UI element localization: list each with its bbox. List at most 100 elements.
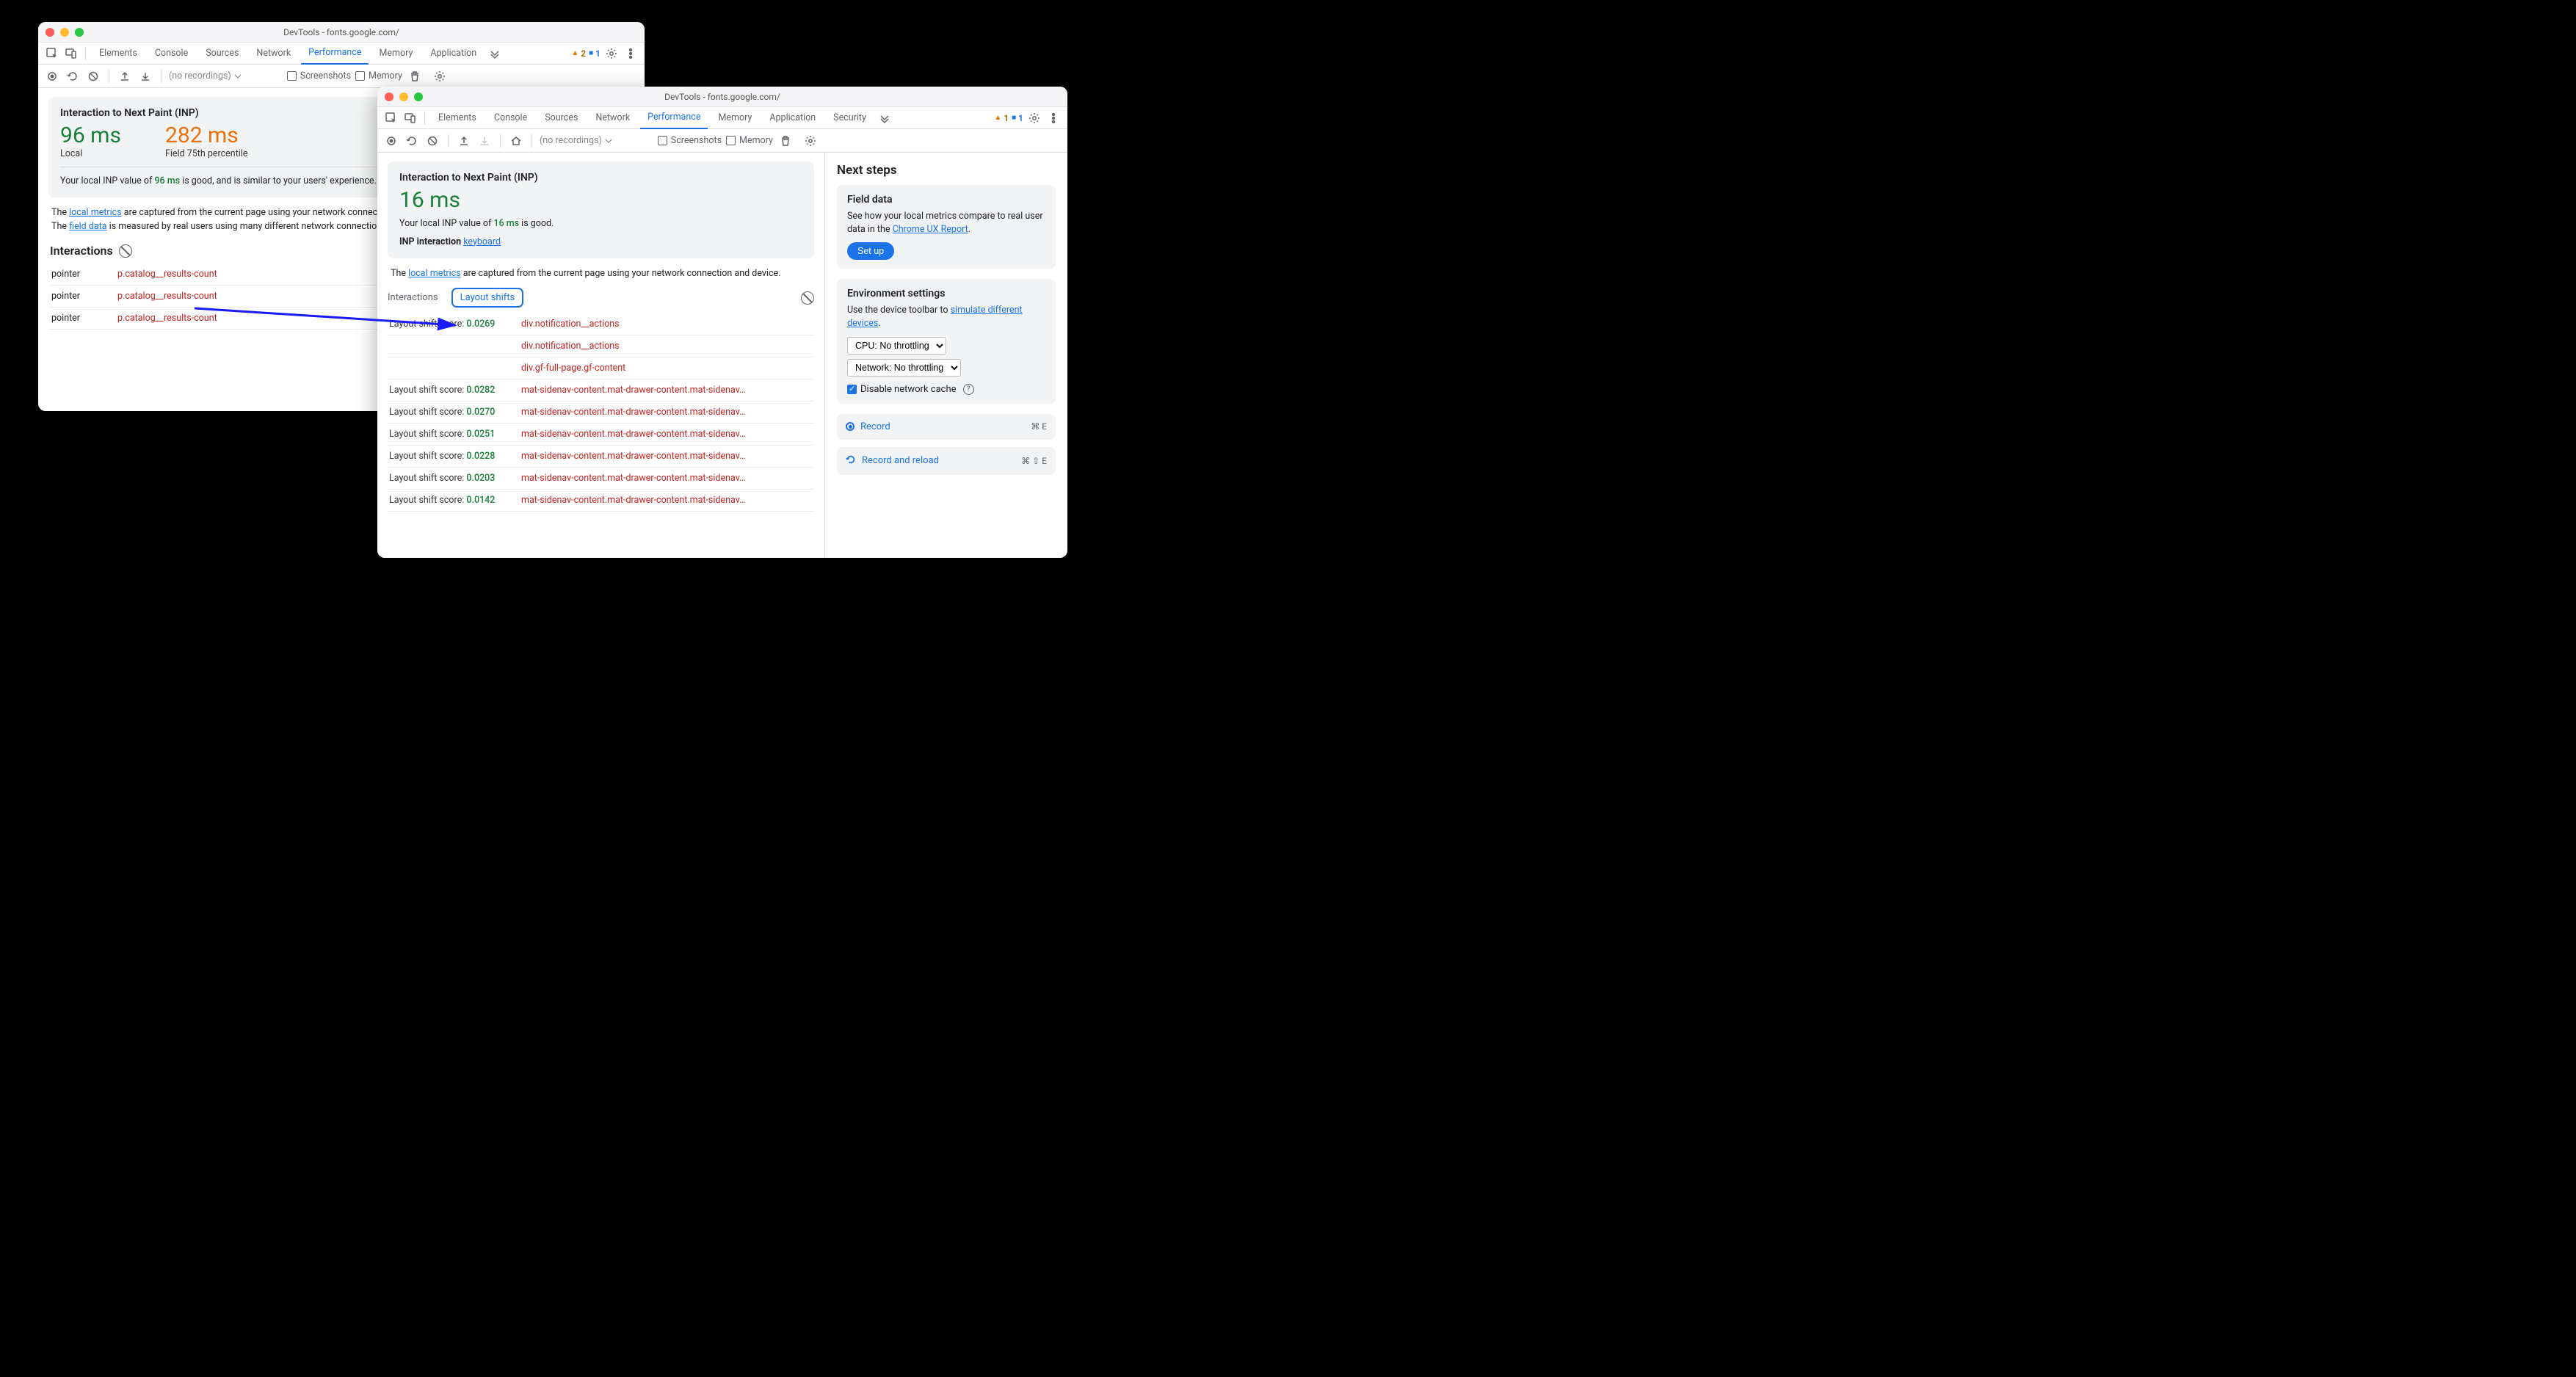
issues-badge[interactable]: 1 — [589, 48, 601, 59]
list-item[interactable]: Layout shift score: 0.0228mat-sidenav-co… — [388, 446, 814, 468]
clear-interactions-icon[interactable] — [119, 244, 132, 258]
garbage-collect-icon[interactable] — [777, 133, 794, 149]
help-icon[interactable]: ? — [963, 384, 974, 395]
clear-icon[interactable] — [424, 133, 440, 149]
titlebar: DevTools - fonts.google.com/ — [38, 22, 645, 43]
warnings-badge[interactable]: 1 — [994, 113, 1009, 123]
inp-title: Interaction to Next Paint (INP) — [399, 172, 802, 184]
clear-icon[interactable] — [85, 68, 101, 84]
inp-interaction-row: INP interaction keyboard — [399, 236, 802, 250]
separator — [85, 47, 86, 60]
device-toolbar-icon[interactable] — [63, 46, 79, 62]
list-item[interactable]: Layout shift score: 0.0142mat-sidenav-co… — [388, 490, 814, 512]
mini-tabs: Interactions Layout shifts — [388, 288, 814, 308]
settings-icon[interactable] — [1026, 110, 1042, 126]
separator — [448, 134, 449, 148]
inp-local-label: Local — [60, 148, 121, 159]
local-metrics-link[interactable]: local metrics — [408, 268, 461, 279]
screenshots-checkbox[interactable]: Screenshots — [287, 70, 351, 81]
inp-field-value: 282 ms — [165, 125, 248, 147]
set-up-button[interactable]: Set up — [847, 242, 894, 260]
reload-icon[interactable] — [404, 133, 420, 149]
memory-checkbox[interactable]: Memory — [355, 70, 402, 81]
more-tabs-icon[interactable] — [487, 46, 503, 62]
separator — [500, 134, 501, 148]
panel-settings-icon[interactable] — [432, 68, 448, 84]
upload-icon[interactable] — [456, 133, 472, 149]
tab-application[interactable]: Application — [762, 107, 823, 129]
tab-elements[interactable]: Elements — [92, 43, 145, 65]
main-tabbar: Elements Console Sources Network Perform… — [38, 43, 645, 65]
tab-sources[interactable]: Sources — [537, 107, 585, 129]
clear-list-icon[interactable] — [801, 291, 814, 305]
crux-link[interactable]: Chrome UX Report — [893, 224, 968, 235]
tab-sources[interactable]: Sources — [198, 43, 246, 65]
inspect-icon[interactable] — [383, 110, 399, 126]
screenshots-checkbox[interactable]: Screenshots — [658, 135, 722, 146]
network-throttle-select[interactable]: Network: No throttling — [847, 359, 961, 377]
next-steps-heading: Next steps — [837, 163, 1056, 178]
record-icon[interactable] — [44, 68, 60, 84]
tab-application[interactable]: Application — [423, 43, 484, 65]
record-reload-shortcut: ⌘ ⇧ E — [1021, 456, 1047, 466]
inp-card: Interaction to Next Paint (INP) 16 ms Yo… — [388, 161, 814, 258]
field-data-panel: Field data See how your local metrics co… — [837, 185, 1056, 269]
cpu-throttle-select[interactable]: CPU: No throttling — [847, 337, 946, 355]
tab-network[interactable]: Network — [249, 43, 298, 65]
record-reload-action[interactable]: Record and reload ⌘ ⇧ E — [837, 447, 1056, 475]
kebab-icon[interactable] — [1045, 110, 1062, 126]
recordings-dropdown[interactable]: (no recordings) — [540, 135, 612, 146]
record-shortcut: ⌘ E — [1031, 421, 1047, 432]
disable-cache-checkbox[interactable]: Disable network cache? — [847, 384, 1045, 395]
garbage-collect-icon[interactable] — [407, 68, 423, 84]
tab-network[interactable]: Network — [588, 107, 637, 129]
tab-elements[interactable]: Elements — [431, 107, 484, 129]
inp-local-value: 96 ms — [60, 125, 121, 147]
titlebar: DevTools - fonts.google.com/ — [377, 87, 1067, 107]
warnings-badge[interactable]: 2 — [571, 48, 586, 59]
list-item[interactable]: div.notification__actions — [388, 335, 814, 357]
devtools-window-right: DevTools - fonts.google.com/ Elements Co… — [377, 87, 1067, 558]
record-action[interactable]: Record ⌘ E — [837, 414, 1056, 440]
env-settings-panel: Environment settings Use the device tool… — [837, 279, 1056, 403]
field-data-text: See how your local metrics compare to re… — [847, 210, 1045, 236]
separator — [531, 134, 532, 148]
field-data-link[interactable]: field data — [69, 221, 106, 232]
perf-toolbar: (no recordings) Screenshots Memory — [377, 129, 1067, 153]
reload-icon[interactable] — [65, 68, 81, 84]
kebab-icon[interactable] — [623, 46, 639, 62]
main-tabbar: Elements Console Sources Network Perform… — [377, 107, 1067, 129]
list-item[interactable]: Layout shift score: 0.0282mat-sidenav-co… — [388, 379, 814, 402]
device-toolbar-icon[interactable] — [402, 110, 418, 126]
tab-performance[interactable]: Performance — [640, 107, 708, 129]
tab-console[interactable]: Console — [487, 107, 534, 129]
inp-value: 16 ms — [399, 189, 802, 211]
inspect-icon[interactable] — [44, 46, 60, 62]
upload-icon[interactable] — [117, 68, 133, 84]
tab-memory[interactable]: Memory — [711, 107, 759, 129]
inp-interaction-link[interactable]: keyboard — [463, 236, 501, 247]
memory-checkbox[interactable]: Memory — [726, 135, 773, 146]
tab-performance[interactable]: Performance — [301, 43, 369, 65]
home-icon[interactable] — [508, 133, 524, 149]
list-item[interactable]: Layout shift score: 0.0270mat-sidenav-co… — [388, 402, 814, 424]
mini-tab-layout-shifts[interactable]: Layout shifts — [451, 288, 524, 308]
download-icon[interactable] — [137, 68, 153, 84]
settings-icon[interactable] — [603, 46, 620, 62]
list-item[interactable]: div.gf-full-page.gf-content — [388, 357, 814, 379]
tab-memory[interactable]: Memory — [371, 43, 420, 65]
issues-badge[interactable]: 1 — [1012, 113, 1023, 123]
record-reload-label: Record and reload — [862, 455, 939, 466]
mini-tab-interactions[interactable]: Interactions — [388, 292, 438, 303]
panel-settings-icon[interactable] — [802, 133, 819, 149]
record-dot-icon — [846, 422, 855, 431]
more-tabs-icon[interactable] — [877, 110, 893, 126]
tab-security[interactable]: Security — [826, 107, 874, 129]
list-item[interactable]: Layout shift score: 0.0251mat-sidenav-co… — [388, 424, 814, 446]
recordings-dropdown[interactable]: (no recordings) — [169, 70, 242, 81]
list-item[interactable]: Layout shift score: 0.0203mat-sidenav-co… — [388, 468, 814, 490]
local-metrics-link[interactable]: local metrics — [69, 207, 122, 218]
tab-console[interactable]: Console — [148, 43, 195, 65]
record-icon[interactable] — [383, 133, 399, 149]
list-item[interactable]: Layout shift score: 0.0269div.notificati… — [388, 313, 814, 335]
